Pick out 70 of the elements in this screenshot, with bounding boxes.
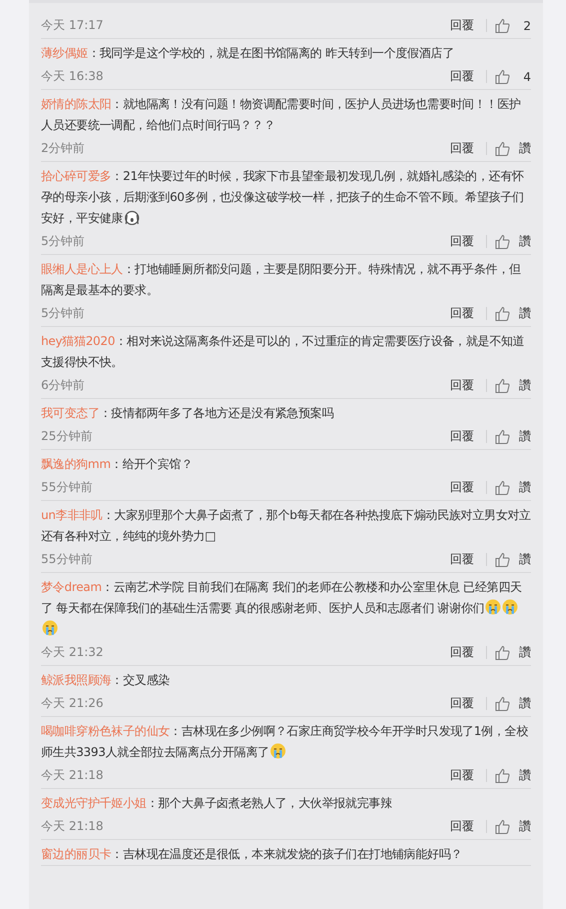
reply-link[interactable]: 回覆 xyxy=(450,68,474,85)
timestamp: 2分钟前 xyxy=(41,140,86,157)
thumbs-up-icon[interactable] xyxy=(495,819,511,834)
timestamp: 今天 17:17 xyxy=(41,17,104,34)
comment-text: un李非非叽：大家别理那个大鼻子卤煮了，那个b每天都在各种热搜底下煽动民族对立男女对立还有各种对立，纯纯的境外势力□ xyxy=(41,508,531,543)
thumbs-up-icon[interactable] xyxy=(495,378,511,393)
reply-link[interactable]: 回覆 xyxy=(450,644,474,661)
reply-link[interactable]: 回覆 xyxy=(450,551,474,568)
comment-text: 鲸派我照顾海：交叉感染 xyxy=(41,673,170,687)
reply-link[interactable]: 回覆 xyxy=(450,17,474,34)
like-count: 4 xyxy=(522,70,531,84)
crying-emoji-icon xyxy=(485,599,502,615)
thumbs-up-icon[interactable] xyxy=(495,69,511,84)
like-count: 讚 xyxy=(518,695,531,712)
like-count: 讚 xyxy=(518,767,531,784)
reply-link[interactable]: 回覆 xyxy=(450,479,474,496)
reply-link[interactable]: 回覆 xyxy=(450,767,474,784)
like-count: 讚 xyxy=(518,551,531,568)
comment-text: 变成光守护千姬小姐：那个大鼻子卤煮老熟人了，大伙举报就完事辣 xyxy=(41,796,392,810)
comment-text: 梦令dream：云南艺术学院 目前我们在隔离 我们的老师在公教楼和办公室里休息 已经第四天了 每天都在保障我们的基础生活需要 真的很感谢老师、医护人员和志愿者们 谢谢你们 xyxy=(41,580,522,636)
timestamp: 今天 21:18 xyxy=(41,767,104,784)
reply-link[interactable]: 回覆 xyxy=(450,233,474,250)
reply-link[interactable]: 回覆 xyxy=(450,695,474,712)
thumbs-up-icon[interactable] xyxy=(495,141,511,156)
like-count: 讚 xyxy=(518,233,531,250)
crying-emoji-icon xyxy=(270,743,286,759)
comment-text: 娇情的陈太阳：就地隔离！没有问题！物资调配需要时间，医护人员进场也需要时间！！医护人员还要统一调配，给他们点时间行吗？？？ xyxy=(41,97,521,132)
timestamp: 5分钟前 xyxy=(41,233,86,250)
comment-text: 眼缃人是心上人：打地铺睡厕所都没问题，主要是阴阳要分开。特殊情况，就不再乎条件，但隔离是最基本的要求。 xyxy=(41,262,521,297)
thumbs-up-icon[interactable] xyxy=(495,18,511,33)
timestamp: 55分钟前 xyxy=(41,551,94,568)
like-count: 讚 xyxy=(518,305,531,322)
thumbs-up-icon[interactable] xyxy=(495,480,511,495)
comment-text: 喝咖啡穿粉色袜子的仙女：吉林现在多少例啊？石家庄商贸学校今年开学时只发现了1例，全校师生共3393人就全部拉去隔离点分开隔离了 xyxy=(41,724,528,759)
comment-text: 我可变态了：疫情都两年多了各地方还是没有紧急预案吗 xyxy=(41,406,334,420)
thumbs-up-icon[interactable] xyxy=(495,234,511,249)
timestamp: 5分钟前 xyxy=(41,305,86,322)
like-count: 讚 xyxy=(518,377,531,394)
reply-link[interactable]: 回覆 xyxy=(450,428,474,445)
comment-text: 薄纱偶姬：我同学是这个学校的，就是在图书馆隔离的 昨天转到一个度假酒店了 xyxy=(41,46,454,60)
comment-text: 拾心碎可爱多：21年快要过年的时候，我家下市县望奎最初发现几例，就婚礼感染的，还有怀孕的母亲小孩，后期涨到60多例，也没像这破学校一样，把孩子的生命不管不顾。希望孩子们安好，平安健康 xyxy=(41,169,524,225)
thumbs-up-icon[interactable] xyxy=(495,552,511,567)
reply-link[interactable]: 回覆 xyxy=(450,140,474,157)
timestamp: 今天 16:38 xyxy=(41,68,104,85)
reply-link[interactable]: 回覆 xyxy=(450,305,474,322)
like-count: 讚 xyxy=(518,818,531,835)
comment-text: 窗边的丽贝卡：吉林现在温度还是很低，本来就发烧的孩子们在打地铺病能好吗？ xyxy=(41,847,462,861)
like-count: 2 xyxy=(522,18,531,32)
comment-text: 飘逸的狗mm：给开个宾馆？ xyxy=(41,457,192,471)
like-count: 讚 xyxy=(518,428,531,445)
thumbs-up-icon[interactable] xyxy=(495,429,511,444)
like-count: 讚 xyxy=(518,644,531,661)
thumbs-up-icon[interactable] xyxy=(495,768,511,783)
thumbs-up-icon[interactable] xyxy=(495,696,511,711)
crying-emoji-icon xyxy=(42,620,58,636)
thumbs-up-icon[interactable] xyxy=(495,645,511,660)
reply-link[interactable]: 回覆 xyxy=(450,818,474,835)
reply-link[interactable]: 回覆 xyxy=(450,377,474,394)
timestamp: 25分钟前 xyxy=(41,428,94,445)
timestamp: 今天 21:32 xyxy=(41,644,104,661)
thumbs-up-icon[interactable] xyxy=(495,306,511,321)
timestamp: 今天 21:26 xyxy=(41,695,104,712)
timestamp: 6分钟前 xyxy=(41,377,86,394)
like-count: 讚 xyxy=(518,479,531,496)
scream-emoji-icon xyxy=(124,209,140,225)
crying-emoji-icon xyxy=(502,599,518,615)
comment-text: hey猫猫2020：相对来说这隔离条件还是可以的，不过重症的肯定需要医疗设备，就是不知道支援得快不快。 xyxy=(41,334,524,369)
timestamp: 55分钟前 xyxy=(41,479,94,496)
like-count: 讚 xyxy=(518,140,531,157)
timestamp: 今天 21:18 xyxy=(41,818,104,835)
